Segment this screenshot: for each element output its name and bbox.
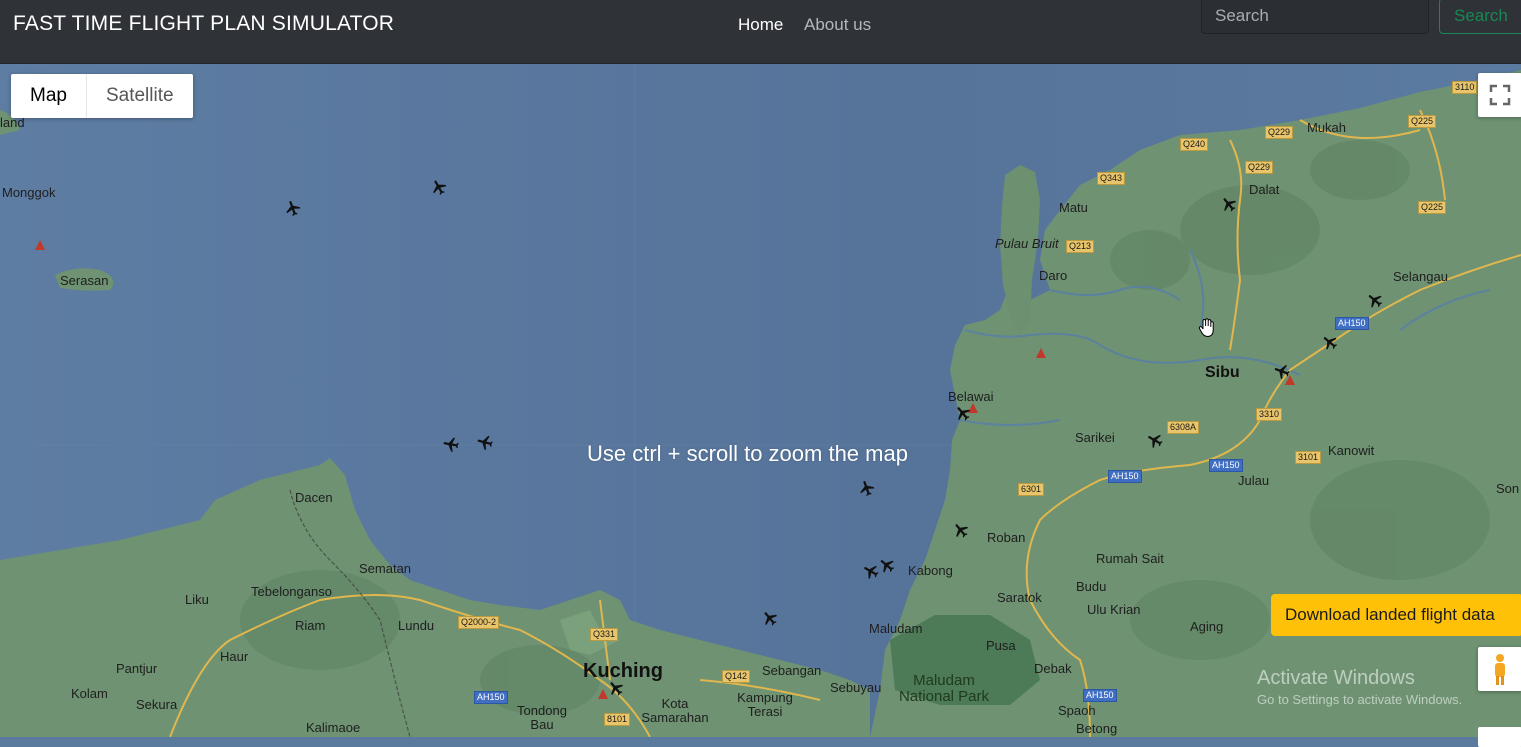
zoom-hint-overlay: Use ctrl + scroll to zoom the map	[587, 441, 908, 466]
road-shield: Q343	[1097, 172, 1126, 185]
map-type-map-button[interactable]: Map	[11, 74, 87, 118]
place-label: Sematan	[359, 561, 412, 576]
place-label: Maludam	[869, 621, 923, 636]
place-label: Belawai	[948, 389, 994, 404]
place-label: Dacen	[295, 490, 333, 505]
place-label: Aging	[1190, 619, 1224, 634]
road-shield: Q225	[1408, 115, 1437, 128]
nav-about-link[interactable]: About us	[804, 15, 871, 35]
place-label: Sebuyau	[830, 680, 882, 695]
place-label: Debak	[1034, 661, 1072, 676]
place-label: Matu	[1059, 200, 1088, 215]
airport-marker-icon[interactable]	[1036, 348, 1046, 358]
place-label: Sarikei	[1075, 430, 1115, 445]
place-label: Daro	[1039, 268, 1068, 283]
place-label: Spaoh	[1058, 703, 1096, 718]
fullscreen-icon	[1489, 84, 1511, 106]
road-shield: 6301	[1018, 483, 1045, 496]
highway-shield: AH150	[474, 691, 508, 704]
place-label: Pantjur	[116, 661, 158, 676]
place-label: Pulau Bruit	[995, 236, 1059, 251]
activate-windows-subtitle: Go to Settings to activate Windows.	[1257, 692, 1463, 707]
highway-shield: AH150	[1209, 459, 1243, 472]
airport-marker-icon[interactable]	[35, 240, 45, 250]
highway-shield: AH150	[1335, 317, 1369, 330]
app-title[interactable]: FAST TIME FLIGHT PLAN SIMULATOR	[13, 12, 394, 36]
place-label: Lundu	[398, 618, 435, 633]
highway-shield: AH150	[1108, 470, 1142, 483]
place-label-city: Kuching	[583, 660, 663, 682]
place-label: Sebangan	[762, 663, 822, 678]
place-label: Monggok	[2, 185, 56, 200]
nav-home-link[interactable]: Home	[738, 15, 783, 35]
place-label: Serasan	[60, 273, 109, 288]
place-label: Selangau	[1393, 269, 1448, 284]
search-button[interactable]: Search	[1439, 0, 1521, 34]
place-label: Kanowit	[1328, 443, 1375, 458]
activate-windows-watermark: Activate Windows Go to Settings to activ…	[1257, 667, 1462, 707]
road-shield: 6308A	[1167, 421, 1200, 434]
place-label: Kota Samarahan	[641, 696, 709, 725]
hand-cursor-icon	[1198, 318, 1214, 338]
fullscreen-button[interactable]	[1478, 73, 1521, 117]
place-label: Betong	[1076, 721, 1118, 736]
road-shield: Q229	[1265, 126, 1294, 139]
place-label: Saratok	[997, 590, 1042, 605]
map-control-partial[interactable]	[1478, 727, 1521, 747]
road-shield: Q225	[1418, 201, 1447, 214]
place-label: Kolam	[71, 686, 108, 701]
place-label: Rumah Sait	[1096, 551, 1164, 566]
road-shield: 3110	[1452, 81, 1478, 94]
place-label: Haur	[220, 649, 249, 664]
place-label: Kabong	[908, 563, 953, 578]
activate-windows-title: Activate Windows	[1257, 667, 1415, 689]
place-label: Son	[1496, 481, 1520, 496]
map-type-satellite-button[interactable]: Satellite	[87, 74, 193, 118]
place-label: Kalimaoe	[306, 720, 361, 735]
road-shield: 3101	[1295, 451, 1322, 464]
place-label-city: Sibu	[1205, 364, 1240, 381]
park-label: Maludam National Park	[898, 672, 990, 705]
highway-shield: AH150	[1083, 689, 1117, 702]
place-label: Mukah	[1307, 120, 1347, 135]
pegman-icon	[1495, 654, 1505, 685]
road-shield: 8101	[604, 713, 631, 726]
place-label: Budu	[1076, 579, 1107, 594]
place-label: Pusa	[986, 638, 1016, 653]
place-label: Dalat	[1249, 182, 1280, 197]
road-shield: Q142	[722, 670, 751, 683]
street-view-pegman-button[interactable]	[1478, 647, 1521, 691]
place-label: Tebelonganso	[251, 584, 332, 599]
place-label: Ulu Krian	[1087, 602, 1141, 617]
search-input[interactable]	[1201, 0, 1429, 34]
road-shield: Q331	[590, 628, 619, 641]
download-landed-flight-data-button[interactable]: Download landed flight data	[1271, 594, 1521, 636]
road-shield: 3310	[1256, 408, 1283, 421]
place-label: Kampung Terasi	[737, 690, 793, 719]
place-label: Sekura	[136, 697, 178, 712]
road-shield: Q229	[1245, 161, 1274, 174]
place-label: Liku	[185, 592, 209, 607]
road-shield: Q240	[1180, 138, 1209, 151]
top-navbar: FAST TIME FLIGHT PLAN SIMULATOR Home Abo…	[0, 0, 1521, 64]
road-shield: Q2000-2	[458, 616, 500, 629]
place-label: Tondong Bau	[517, 703, 567, 732]
place-label: Julau	[1238, 473, 1270, 488]
place-label: Riam	[295, 618, 326, 633]
road-shield: Q213	[1066, 240, 1095, 253]
airplane-icon[interactable]	[441, 434, 462, 455]
place-label: Roban	[987, 530, 1026, 545]
map-type-control: Map Satellite	[11, 74, 193, 118]
